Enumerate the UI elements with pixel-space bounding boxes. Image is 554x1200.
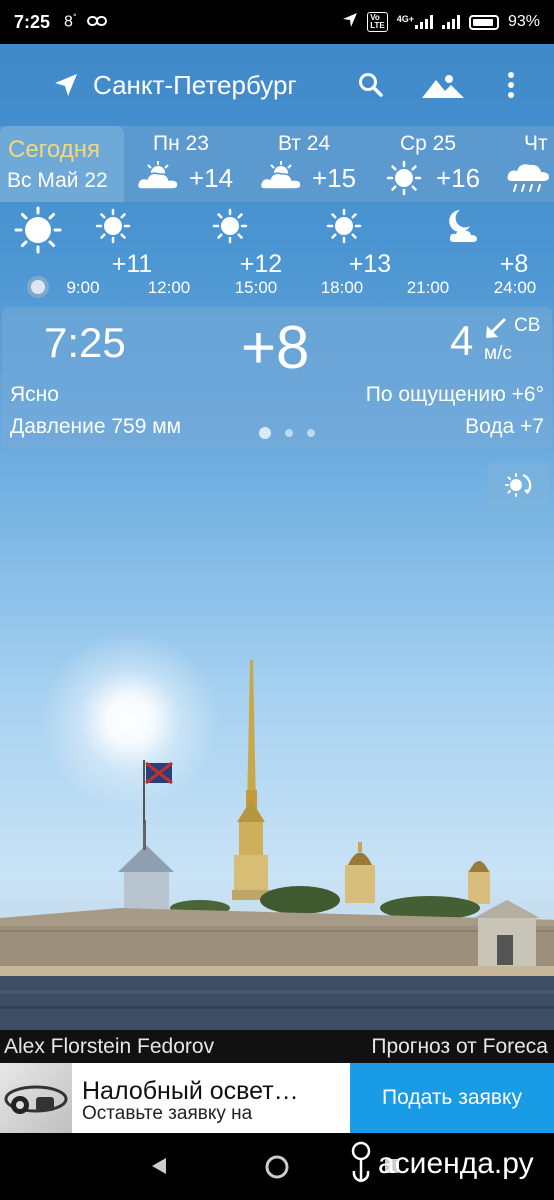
wind-direction-arrow-icon xyxy=(483,315,509,346)
home-icon[interactable] xyxy=(264,1154,290,1185)
status-bar: 7:25 8° Vo LTE 4G+ 93% xyxy=(0,0,554,44)
hour-time: 15:00 xyxy=(234,278,278,297)
today-date: Вс Май 22 xyxy=(7,169,108,192)
ad-title[interactable]: Налобный освет… xyxy=(82,1077,299,1106)
location-status-icon xyxy=(342,12,358,33)
signal-icon xyxy=(414,15,433,29)
wind-direction: СВ xyxy=(514,315,541,336)
wind-unit: м/с xyxy=(484,343,512,364)
link-icon xyxy=(86,12,107,32)
temperature-notification: 8° xyxy=(64,12,77,31)
tab-today[interactable]: Сегодня Вс Май 22 xyxy=(0,126,124,202)
page-dot xyxy=(307,429,315,437)
hour-temp: +13 xyxy=(348,250,392,278)
page-indicator[interactable] xyxy=(259,427,315,439)
ad-subtitle[interactable]: Оставьте заявку на xyxy=(82,1103,252,1125)
day-name: Пн 23 xyxy=(153,132,209,155)
network-type: 4G+ xyxy=(396,14,414,24)
sun-icon xyxy=(95,208,131,249)
app-header: Санкт-Петербург xyxy=(0,44,554,126)
day-name: Вт 24 xyxy=(278,132,331,155)
day-temp: +14 xyxy=(189,163,234,193)
forecast-source[interactable]: Прогноз от Foreca xyxy=(371,1035,548,1059)
search-icon[interactable] xyxy=(358,72,384,103)
ad-cta-button[interactable]: Подать заявку xyxy=(350,1063,554,1133)
weather-condition: Ясно xyxy=(10,383,59,406)
battery-icon xyxy=(468,14,499,30)
photo-author[interactable]: Alex Florstein Fedorov xyxy=(4,1035,214,1059)
current-hour-indicator xyxy=(27,276,49,298)
partly-cloudy-icon xyxy=(136,159,180,196)
tab-day-wed[interactable]: Ср 25 +16 xyxy=(386,126,506,202)
current-time: 7:25 xyxy=(44,319,126,366)
hour-time: 21:00 xyxy=(406,278,450,297)
signal-2-icon xyxy=(441,15,460,29)
system-nav-bar: асиенда.ру xyxy=(0,1133,554,1200)
day-name: Чт xyxy=(524,132,548,155)
back-icon[interactable] xyxy=(150,1157,168,1180)
mountain-image-icon[interactable] xyxy=(422,74,464,103)
sun-orbit-icon xyxy=(503,469,533,504)
sun-icon xyxy=(14,206,62,259)
rain-cloud-icon xyxy=(506,159,550,200)
today-label: Сегодня xyxy=(8,136,100,163)
day-night-toggle-button[interactable] xyxy=(487,461,549,511)
pressure: Давление 759 мм xyxy=(10,415,182,438)
ad-banner[interactable]: Налобный освет… Оставьте заявку на Подат… xyxy=(0,1063,554,1133)
hour-temp: +12 xyxy=(239,250,283,278)
watermark-text: асиенда.ру xyxy=(378,1147,534,1180)
credits-bar: Alex Florstein Fedorov Прогноз от Foreca xyxy=(0,1030,554,1063)
hour-time: 12:00 xyxy=(147,278,191,297)
hour-temp: +11 xyxy=(111,250,153,278)
hour-time: 24:00 xyxy=(493,278,537,297)
city-name[interactable]: Санкт-Петербург xyxy=(93,70,297,101)
status-time: 7:25 xyxy=(14,11,51,32)
moon-cloud-icon xyxy=(440,206,480,251)
hour-time: 9:00 xyxy=(66,278,100,297)
feels-like: По ощущению +6° xyxy=(365,383,544,406)
battery-percent: 93% xyxy=(507,13,540,30)
sun-icon xyxy=(326,208,362,249)
more-vert-icon[interactable] xyxy=(506,71,516,104)
page-dot xyxy=(285,429,293,437)
page-dot xyxy=(259,427,271,439)
day-temp: +16 xyxy=(436,163,481,193)
tab-day-mon[interactable]: Пн 23 +14 xyxy=(136,126,256,202)
water-temperature: Вода +7 xyxy=(465,415,544,438)
navigation-arrow-icon[interactable] xyxy=(53,72,79,103)
weather-app: 7:25 8° Vo LTE 4G+ 93% Санкт-Петербург С… xyxy=(0,0,554,1200)
day-temp: +15 xyxy=(312,163,357,193)
tab-day-thu[interactable]: Чт xyxy=(506,126,554,202)
day-name: Ср 25 xyxy=(400,132,457,155)
sun-icon xyxy=(386,160,422,201)
volte-icon: Vo LTE xyxy=(367,12,388,32)
current-conditions-panel[interactable]: 7:25 +8 4 СВ м/с Ясно По ощущению +6° Да… xyxy=(2,307,552,449)
wind-speed: 4 xyxy=(450,317,474,364)
watermark-logo: асиенда.ру xyxy=(348,1141,534,1187)
sun-icon xyxy=(212,208,248,249)
fortress-background-image xyxy=(0,660,554,1030)
current-temperature: +8 xyxy=(241,314,310,381)
hour-time: 18:00 xyxy=(320,278,364,297)
partly-cloudy-icon xyxy=(259,159,303,196)
hourly-forecast: +11 +12 +13 +8 9:00 12:00 15:00 18:00 21… xyxy=(0,202,554,302)
daily-forecast-strip: Сегодня Вс Май 22 Пн 23 +14 Вт 24 +15 Ср… xyxy=(0,126,554,202)
ad-image[interactable] xyxy=(0,1063,72,1133)
hour-temp: +8 xyxy=(499,250,529,278)
tab-day-tue[interactable]: Вт 24 +15 xyxy=(259,126,379,202)
